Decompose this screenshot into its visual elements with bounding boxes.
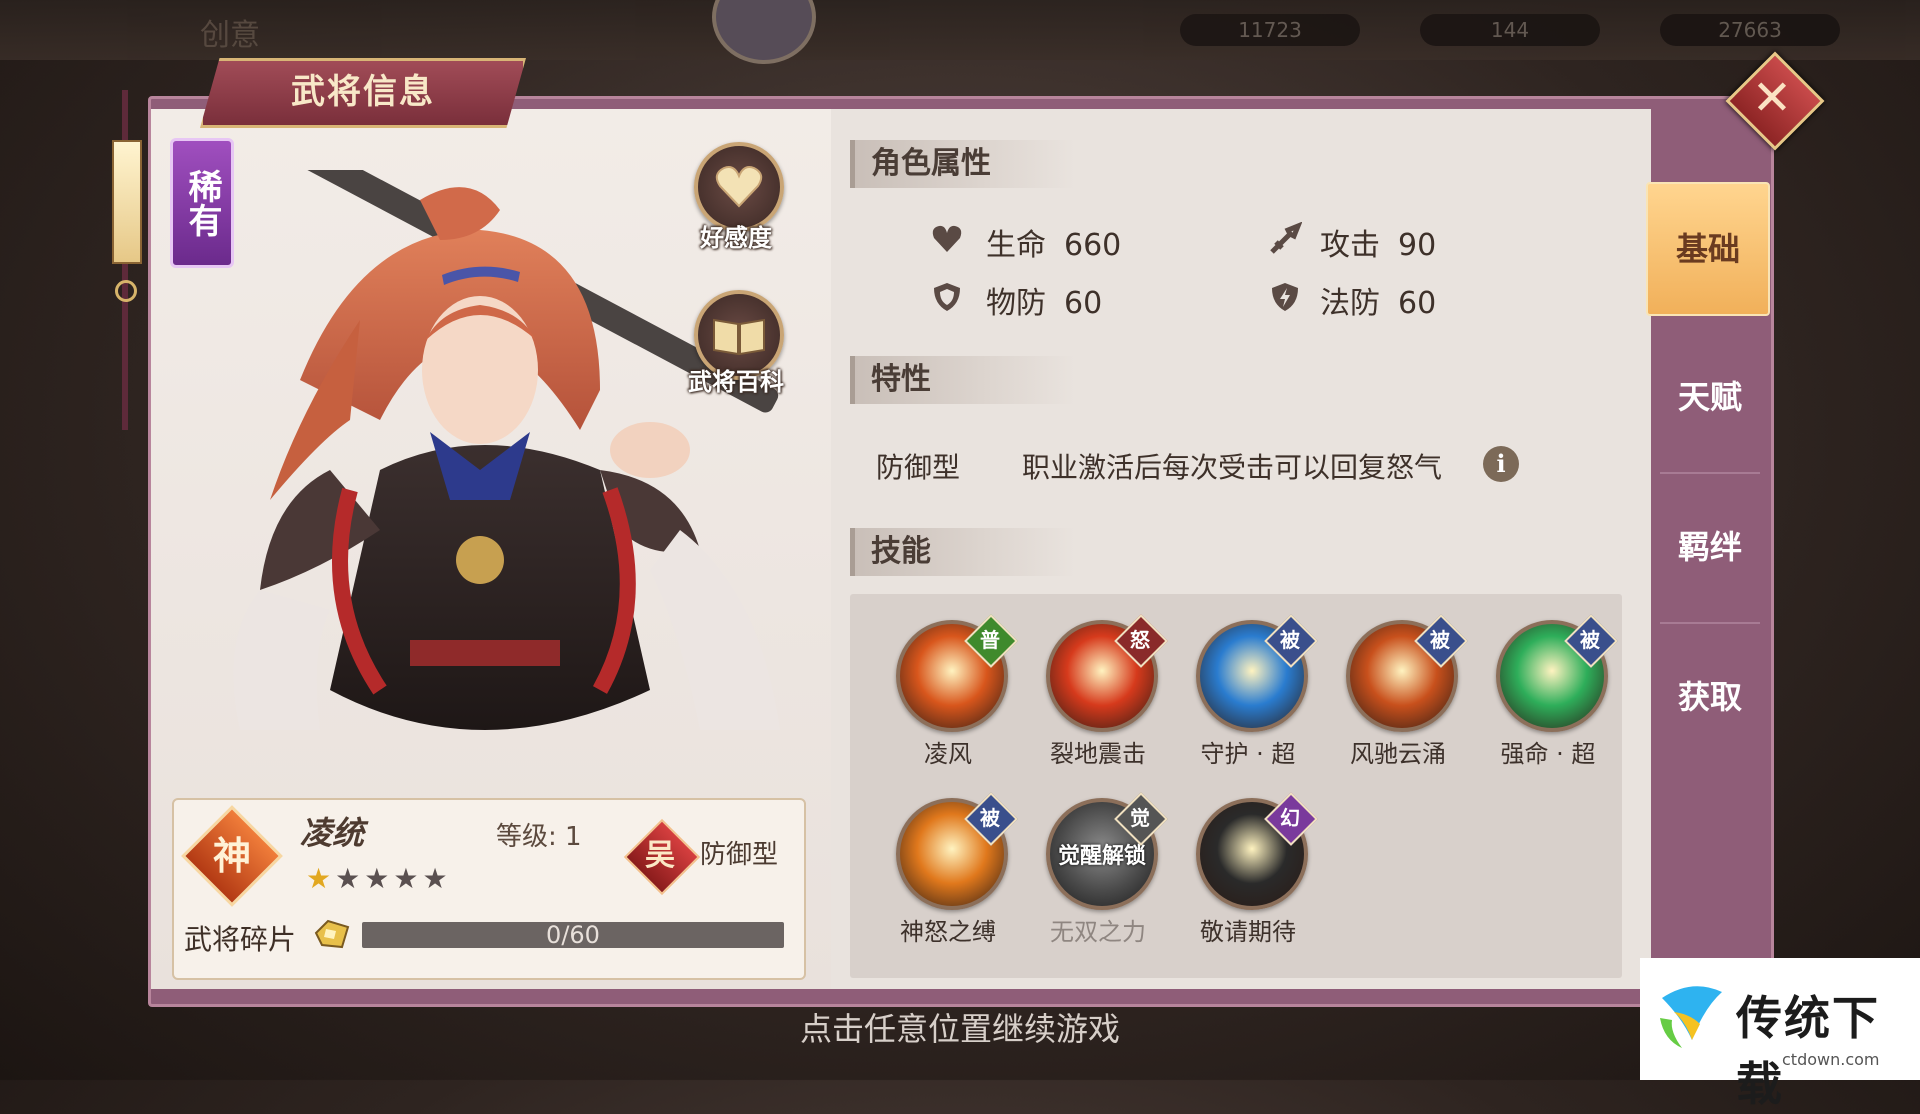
hero-class: 防御型 — [700, 840, 779, 870]
watermark-logo — [1660, 986, 1722, 1048]
shard-icon — [314, 919, 350, 949]
skill-item[interactable]: 幻敬请期待 — [1172, 792, 1322, 948]
star-icon-empty: ★ — [335, 862, 365, 895]
star-icon-filled: ★ — [306, 862, 336, 895]
skill-type-label: 被 — [980, 806, 1000, 830]
skill-name: 风驰云涌 — [1350, 740, 1446, 768]
skill-name: 强命 · 超 — [1500, 740, 1596, 768]
tab-divider — [1660, 622, 1760, 624]
watermark-url: ctdown.com — [1782, 1050, 1880, 1069]
skill-name: 守护 · 超 — [1200, 740, 1296, 768]
skill-item[interactable]: 被神怒之缚 — [872, 792, 1022, 948]
resource-counter-3: 27663 — [1660, 14, 1840, 46]
top-hud: 创意 11723 144 27663 — [0, 0, 1920, 64]
star-icon-empty: ★ — [393, 862, 423, 895]
skill-name: 敬请期待 — [1200, 918, 1296, 946]
shard-progress-bar: 0/60 — [362, 922, 784, 948]
skill-type-label: 被 — [1430, 628, 1450, 652]
affinity-label[interactable]: 好感度 — [666, 218, 806, 253]
skill-item[interactable]: 普凌风 — [872, 614, 1022, 770]
skill-type-label: 觉 — [1130, 806, 1150, 830]
skill-name: 无双之力 — [1050, 918, 1146, 946]
tab-obtain[interactable]: 获取 — [1650, 632, 1770, 762]
skill-name: 神怒之缚 — [900, 918, 996, 946]
skill-item[interactable]: 觉醒解锁觉无双之力 — [1022, 792, 1172, 948]
skill-item[interactable]: 被强命 · 超 — [1472, 614, 1622, 770]
skills-header: 技能 — [850, 528, 1075, 576]
tab-basic[interactable]: 基础 — [1646, 182, 1770, 316]
info-icon[interactable]: i — [1483, 446, 1519, 482]
skill-type-label: 幻 — [1280, 806, 1300, 830]
star-icon-empty: ★ — [364, 862, 394, 895]
skill-item[interactable]: 被风驰云涌 — [1322, 614, 1472, 770]
close-icon[interactable]: ✕ — [1740, 66, 1804, 130]
skill-item[interactable]: 怒裂地震击 — [1022, 614, 1172, 770]
skill-type-label: 普 — [980, 628, 1000, 652]
star-icon-empty: ★ — [422, 862, 452, 895]
attributes-header: 角色属性 — [850, 140, 1075, 188]
stat-attack: 攻击 90 — [1320, 228, 1437, 263]
skill-type-label: 怒 — [1130, 628, 1150, 652]
panel-title-plaque: 武将信息 — [200, 58, 526, 128]
tab-divider — [1660, 472, 1760, 474]
continue-hint[interactable]: 点击任意位置继续游戏 — [0, 1004, 1920, 1050]
skill-type-label: 被 — [1280, 628, 1300, 652]
hero-character-art — [233, 170, 780, 730]
star-rating: ★★★★★ — [306, 862, 452, 895]
top-emblem — [712, 0, 816, 64]
hero-name: 凌统 — [300, 814, 365, 852]
tab-bonds[interactable]: 羁绊 — [1650, 482, 1770, 612]
skill-name: 凌风 — [924, 740, 972, 768]
skill-name: 裂地震击 — [1050, 740, 1146, 768]
faction-badge: 吴 — [645, 838, 675, 873]
skill-item[interactable]: 被守护 · 超 — [1172, 614, 1322, 770]
hanging-lantern-ornament — [112, 90, 142, 430]
heart-icon — [715, 166, 763, 208]
watermark-text: 传统下载 — [1736, 991, 1880, 1111]
magic-shield-icon — [1272, 283, 1298, 311]
panel-title: 武将信息 — [291, 72, 435, 112]
trait-label: 防御型 — [876, 451, 961, 484]
trait-header: 特性 — [850, 356, 1075, 404]
stat-hp: 生命 660 — [986, 228, 1122, 263]
skill-type-label: 被 — [1580, 628, 1600, 652]
resource-counter-1: 11723 — [1180, 14, 1360, 46]
shard-progress-text: 0/60 — [546, 921, 600, 949]
god-badge: 神 — [212, 833, 251, 878]
stat-magic-defense: 法防 60 — [1320, 286, 1437, 321]
encyclopedia-label[interactable]: 武将百科 — [666, 362, 806, 397]
tab-talent[interactable]: 天赋 — [1650, 332, 1770, 462]
hero-level: 等级: 1 — [496, 822, 582, 852]
resource-counter-2: 144 — [1420, 14, 1600, 46]
stat-physical-defense: 物防 60 — [986, 286, 1103, 321]
hud-title: 创意 — [200, 18, 260, 53]
shard-label: 武将碎片 — [184, 923, 297, 956]
sword-icon — [1270, 222, 1302, 254]
trait-description: 职业激活后每次受击可以回复怒气 — [1022, 451, 1443, 484]
heart-icon — [932, 225, 962, 252]
shield-icon — [934, 283, 960, 311]
